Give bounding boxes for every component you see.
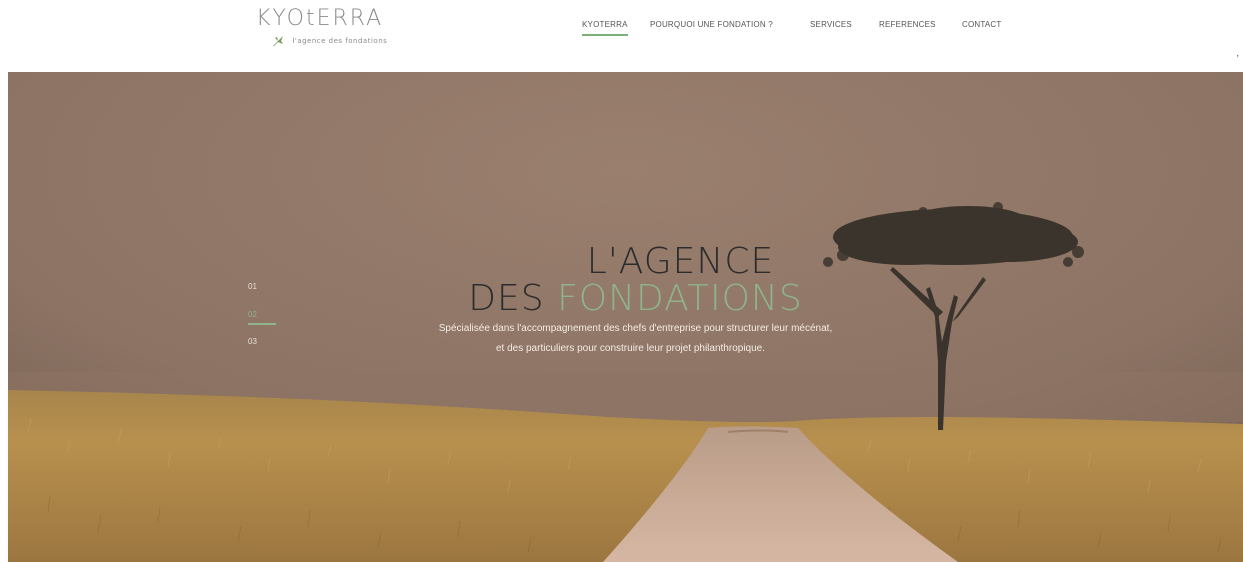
hero-subtitle-line1: Spécialisée dans l'accompagnement des ch… — [438, 323, 833, 334]
page: KYOtERRA l'agence des fondations KYOTERR… — [0, 0, 1243, 562]
nav-item-pourquoi-une-fondation[interactable]: POURQUOI UNE FONDATION ? — [650, 19, 773, 31]
hero-title-line1: L'agence — [586, 241, 775, 282]
hero-subtitle-line2: et des particuliers pour construire leur… — [495, 343, 766, 354]
logo-wordmark: KYOtERRA — [256, 6, 384, 31]
site-header: KYOtERRA l'agence des fondations KYOTERR… — [0, 0, 1243, 72]
logo-subline: l'agence des fondations — [272, 32, 387, 46]
hero-title-des: DES — [468, 278, 545, 319]
hero-banner: 01 02 03 L'agence DES FONDATIONS Spécial… — [8, 72, 1243, 562]
nav-item-kyoterra[interactable]: KYOTERRA — [582, 19, 628, 36]
hero-title-line2: DES FONDATIONS — [8, 279, 1243, 319]
logo-tagline: l'agence des fondations — [292, 36, 388, 45]
leaf-icon — [273, 35, 283, 46]
edge-mark: , — [1236, 48, 1239, 58]
hero-title-fondations: FONDATIONS — [557, 278, 803, 319]
logo[interactable]: KYOtERRA l'agence des fondations — [256, 6, 406, 46]
nav-item-references[interactable]: REFERENCES — [879, 19, 936, 31]
nav-item-contact[interactable]: CONTACT — [962, 19, 1001, 31]
nav-item-services[interactable]: SERVICES — [810, 19, 852, 31]
